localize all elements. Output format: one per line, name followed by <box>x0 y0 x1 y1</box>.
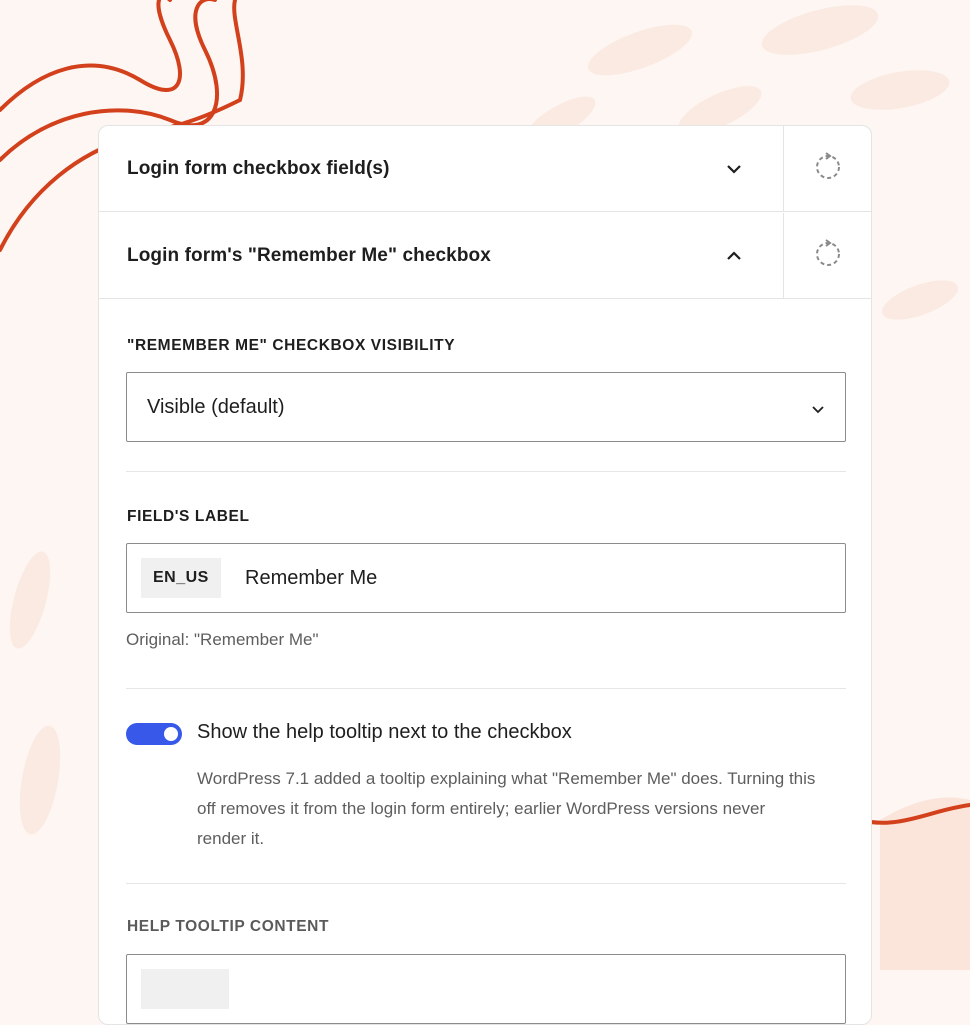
divider <box>126 883 846 884</box>
locale-badge: EN_US <box>141 558 221 598</box>
divider <box>126 688 846 689</box>
tooltip-toggle-help: WordPress 7.1 added a tooltip explaining… <box>197 769 816 848</box>
field-label-input[interactable]: EN_US Remember Me <box>126 543 846 613</box>
toggle-knob <box>164 727 178 741</box>
reset-button[interactable] <box>783 126 871 211</box>
visibility-select[interactable]: Visible (default) <box>126 372 846 442</box>
field-label-heading: FIELD'S LABEL <box>127 508 250 525</box>
reset-icon <box>813 151 843 186</box>
tooltip-content-label: HELP TOOLTIP CONTENT <box>127 918 330 935</box>
divider <box>126 471 846 472</box>
tooltip-toggle[interactable] <box>126 723 182 745</box>
accordion-checkbox-fields[interactable]: Login form checkbox field(s) <box>99 126 871 212</box>
select-value: Visible (default) <box>147 396 285 418</box>
chevron-down-icon[interactable] <box>717 152 751 186</box>
chevron-down-icon <box>811 401 825 419</box>
accordion-title: Login form's "Remember Me" checkbox <box>127 245 491 266</box>
reset-icon <box>813 238 843 273</box>
tooltip-toggle-label: Show the help tooltip next to the checkb… <box>197 721 572 743</box>
locale-badge <box>141 969 229 1009</box>
chevron-up-icon[interactable] <box>717 239 751 273</box>
settings-panel: Login form checkbox field(s) Login form'… <box>98 125 872 1025</box>
tooltip-content-input[interactable] <box>126 954 846 1024</box>
field-label-value: Remember Me <box>245 567 378 589</box>
accordion-remember-me[interactable]: Login form's "Remember Me" checkbox <box>99 213 871 299</box>
reset-button[interactable] <box>783 213 871 298</box>
original-value-text: Original: "Remember Me" <box>126 630 319 649</box>
visibility-label: "REMEMBER ME" CHECKBOX VISIBILITY <box>127 337 456 354</box>
accordion-title: Login form checkbox field(s) <box>127 158 390 179</box>
